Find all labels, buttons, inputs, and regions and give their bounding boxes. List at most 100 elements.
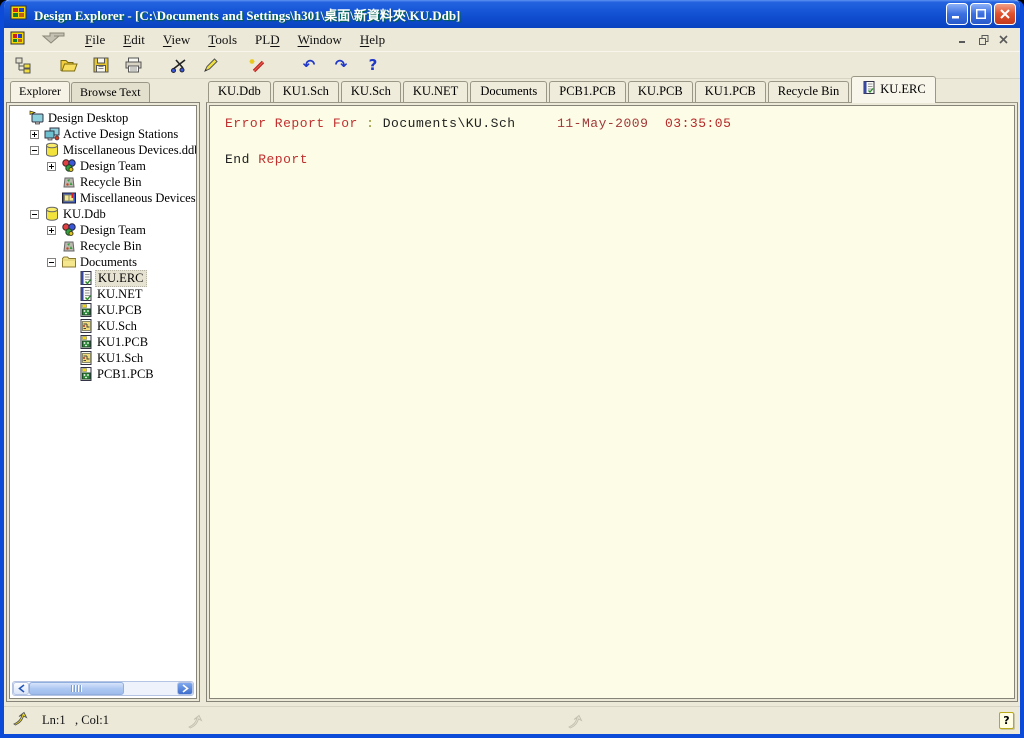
explorer-panel: Explorer Browse Text Design Desktop Acti…	[6, 81, 200, 702]
collapse-icon[interactable]	[47, 258, 56, 267]
sch-document-icon	[77, 318, 95, 334]
design-tree: Design Desktop Active Design Stations Mi…	[9, 105, 197, 699]
database-icon	[43, 206, 61, 222]
tree-item-miscellaneous-devices-ddb[interactable]: Miscellaneous Devices.ddb	[12, 142, 196, 158]
report-line-2: End Report	[225, 151, 1014, 169]
scroll-left-icon[interactable]	[13, 682, 29, 695]
menu-bar: File Edit View Tools PLD Window Help	[4, 28, 1020, 52]
tree-item-pcb1-pcb[interactable]: PCB1.PCB	[12, 366, 196, 382]
scissors-icon[interactable]	[168, 54, 190, 76]
menu-pld[interactable]: PLD	[246, 30, 289, 50]
app-menu-logo-icon	[10, 30, 26, 50]
menu-help[interactable]: Help	[351, 30, 394, 50]
workspace: Explorer Browse Text Design Desktop Acti…	[4, 79, 1020, 706]
folder-icon	[60, 254, 78, 270]
desktop-icon	[28, 110, 46, 126]
sch-document-icon	[77, 350, 95, 366]
expand-icon[interactable]	[47, 226, 56, 235]
mdi-close-button[interactable]	[995, 32, 1012, 47]
open-folder-icon[interactable]	[58, 54, 80, 76]
help-icon[interactable]: ?	[362, 54, 384, 76]
doc-tab-ku-erc[interactable]: KU.ERC	[851, 76, 936, 103]
expand-icon[interactable]	[30, 130, 39, 139]
doc-tab-ku-ddb[interactable]: KU.Ddb	[208, 81, 271, 102]
wizard-wand-icon[interactable]	[246, 54, 268, 76]
print-icon[interactable]	[122, 54, 144, 76]
explorer-panel-tabs: Explorer Browse Text	[6, 81, 200, 102]
tree-item-miscellaneous-devices-lib[interactable]: Miscellaneous Devices.lib	[12, 190, 196, 206]
horizontal-scrollbar[interactable]	[12, 681, 194, 696]
cursor-position: Ln:1 , Col:1	[42, 713, 109, 728]
tree-item-design-team[interactable]: Design Team	[12, 222, 196, 238]
tree-item-ku-net[interactable]: KU.NET	[12, 286, 196, 302]
menu-edit[interactable]: Edit	[114, 30, 154, 50]
tree-item-design-desktop[interactable]: Design Desktop	[12, 110, 196, 126]
text-document-icon	[861, 80, 876, 99]
tree-item-recycle-bin[interactable]: Recycle Bin	[12, 174, 196, 190]
collapse-icon[interactable]	[30, 210, 39, 219]
document-drop-arrow-icon[interactable]	[40, 30, 66, 49]
tree-item-ku-ddb[interactable]: KU.Ddb	[12, 206, 196, 222]
doc-tab-documents[interactable]: Documents	[470, 81, 547, 102]
minimize-button[interactable]	[946, 3, 968, 25]
mdi-minimize-button[interactable]	[955, 32, 972, 47]
tab-explorer[interactable]: Explorer	[10, 81, 70, 102]
recycle-bin-icon	[60, 174, 78, 190]
document-tab-bar: KU.Ddb KU1.Sch KU.Sch KU.NET Documents P…	[206, 81, 1018, 103]
text-document-icon	[77, 270, 95, 286]
faded-flag-icon	[187, 714, 209, 733]
menu-view[interactable]: View	[154, 30, 199, 50]
tree-item-recycle-bin[interactable]: Recycle Bin	[12, 238, 196, 254]
doc-tab-pcb1-pcb[interactable]: PCB1.PCB	[549, 81, 626, 102]
tree-item-ku1-pcb[interactable]: KU1.PCB	[12, 334, 196, 350]
tree-item-documents[interactable]: Documents	[12, 254, 196, 270]
maximize-button[interactable]	[970, 3, 992, 25]
tab-browse-text[interactable]: Browse Text	[71, 82, 150, 102]
doc-tab-ku-net[interactable]: KU.NET	[403, 81, 468, 102]
pcb-document-icon	[77, 366, 95, 382]
collapse-icon[interactable]	[30, 146, 39, 155]
database-icon	[43, 142, 61, 158]
menu-tools[interactable]: Tools	[199, 30, 246, 50]
menu-window[interactable]: Window	[289, 30, 351, 50]
mdi-restore-button[interactable]	[975, 32, 992, 47]
report-line-blank	[225, 133, 1014, 151]
tree-item-ku-sch[interactable]: KU.Sch	[12, 318, 196, 334]
report-document[interactable]: Error Report For : Documents\KU.Sch 11-M…	[209, 105, 1015, 699]
tree-item-ku1-sch[interactable]: KU1.Sch	[12, 350, 196, 366]
scroll-right-icon[interactable]	[177, 682, 193, 695]
doc-tab-ku-sch[interactable]: KU.Sch	[341, 81, 401, 102]
redo-icon[interactable]: ↷	[330, 54, 352, 76]
status-help-icon[interactable]: ?	[999, 712, 1014, 729]
tree-item-ku-pcb[interactable]: KU.PCB	[12, 302, 196, 318]
app-logo-icon	[10, 3, 28, 25]
app-window: Design Explorer - [C:\Documents and Sett…	[0, 0, 1024, 738]
expand-icon[interactable]	[47, 162, 56, 171]
tree-item-active-design-stations[interactable]: Active Design Stations	[12, 126, 196, 142]
team-icon	[60, 158, 78, 174]
undo-icon[interactable]: ↶	[298, 54, 320, 76]
menu-file[interactable]: File	[76, 30, 114, 50]
team-icon	[60, 222, 78, 238]
doc-tab-ku-pcb[interactable]: KU.PCB	[628, 81, 693, 102]
toolbar: ↶ ↷ ?	[4, 52, 1020, 79]
pcb-document-icon	[77, 302, 95, 318]
faded-flag-icon	[567, 714, 589, 733]
doc-tab-ku1-pcb[interactable]: KU1.PCB	[695, 81, 766, 102]
tree-item-ku-erc[interactable]: KU.ERC	[12, 270, 196, 286]
window-title: Design Explorer - [C:\Documents and Sett…	[34, 5, 946, 24]
close-button[interactable]	[994, 3, 1016, 25]
library-icon	[60, 190, 78, 206]
status-bar: Ln:1 , Col:1 ?	[4, 706, 1020, 734]
doc-tab-recycle-bin[interactable]: Recycle Bin	[768, 81, 849, 102]
explorer-toggle-icon[interactable]	[12, 54, 34, 76]
pencil-icon[interactable]	[200, 54, 222, 76]
title-bar: Design Explorer - [C:\Documents and Sett…	[4, 0, 1020, 28]
save-icon[interactable]	[90, 54, 112, 76]
tree-item-design-team[interactable]: Design Team	[12, 158, 196, 174]
doc-tab-ku1-sch[interactable]: KU1.Sch	[273, 81, 339, 102]
pcb-document-icon	[77, 334, 95, 350]
cursor-flag-icon	[12, 711, 34, 730]
stations-icon	[43, 126, 61, 142]
scrollbar-thumb[interactable]	[29, 682, 124, 695]
